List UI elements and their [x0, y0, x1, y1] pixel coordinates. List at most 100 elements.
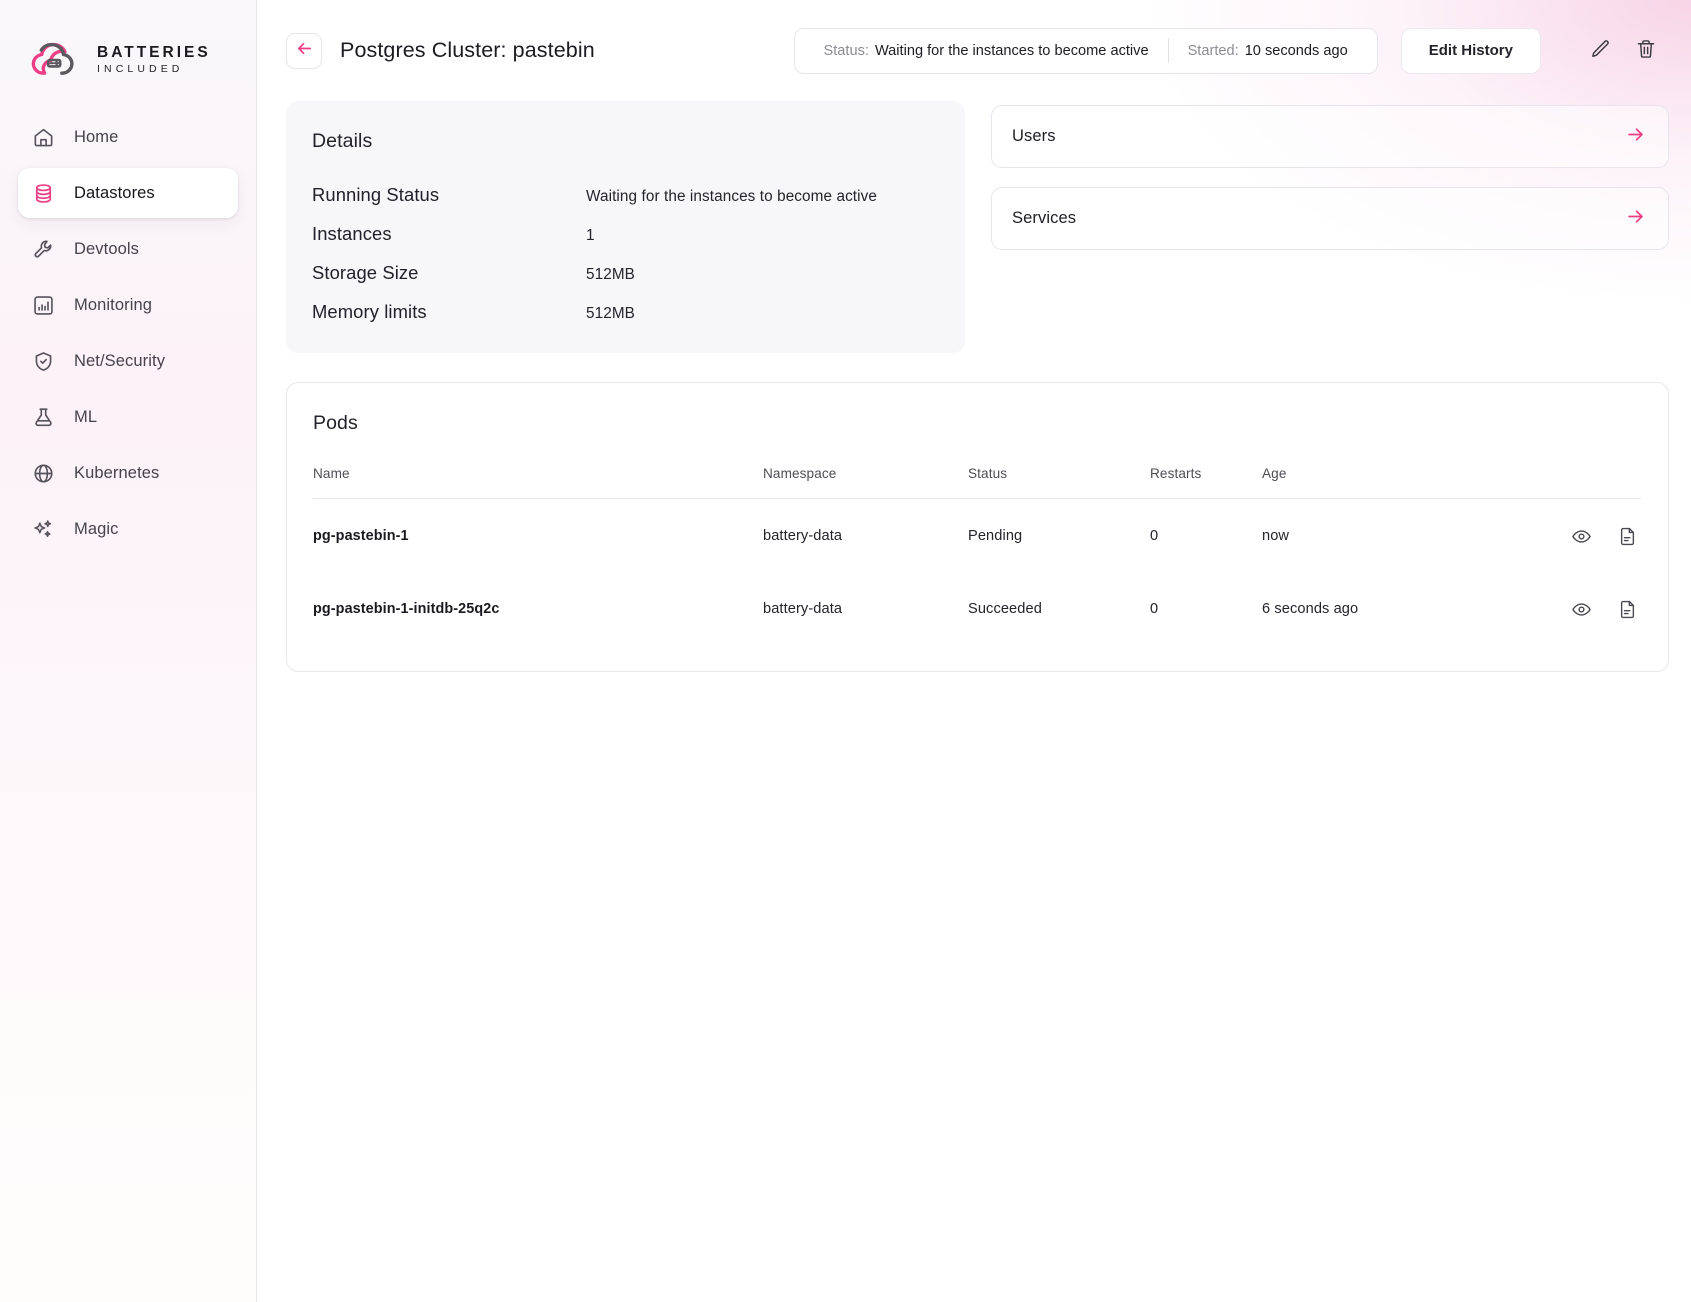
detail-value: 512MB [586, 305, 635, 322]
arrow-right-icon [1625, 206, 1646, 232]
wrench-icon [32, 238, 55, 261]
overview-row: Details Running Status Waiting for the i… [286, 101, 1669, 353]
status-value: Waiting for the instances to become acti… [874, 42, 1149, 59]
trash-icon [1635, 38, 1657, 63]
arrow-right-icon [1625, 124, 1646, 150]
eye-icon[interactable] [1569, 596, 1595, 622]
sidebar-item-label: Datastores [74, 183, 155, 202]
pod-status: Pending [968, 528, 1023, 544]
sidebar-item-datastores[interactable]: Datastores [18, 168, 238, 218]
sidebar-item-net-security[interactable]: Net/Security [18, 336, 238, 386]
document-icon[interactable] [1615, 523, 1641, 549]
sparkles-icon [32, 518, 55, 541]
chart-bars-icon [32, 294, 55, 317]
back-button[interactable] [286, 32, 322, 69]
pod-actions [1519, 499, 1641, 573]
status-badge: Status: Waiting for the instances to bec… [793, 27, 1378, 74]
pod-actions [1519, 572, 1641, 645]
detail-key: Storage Size [312, 262, 419, 283]
table-row[interactable]: pg-pastebin-1-initdb-25q2c battery-data … [313, 572, 1641, 645]
pod-name: pg-pastebin-1 [313, 528, 409, 544]
pods-header-row: Name Namespace Status Restarts Age [313, 466, 1641, 499]
sidebar-item-monitoring[interactable]: Monitoring [18, 280, 238, 330]
pod-namespace: battery-data [763, 528, 843, 544]
pods-table: Name Namespace Status Restarts Age pg-pa… [313, 466, 1641, 645]
users-card-label: Users [1012, 127, 1056, 145]
database-icon [32, 182, 55, 205]
pencil-icon [1589, 38, 1611, 63]
sidebar-item-label: Magic [74, 519, 119, 538]
home-icon [32, 126, 55, 149]
arrow-left-icon [295, 39, 314, 63]
link-cards: Users Services [991, 101, 1669, 250]
globe-icon [32, 462, 55, 485]
cloud-battery-logo-icon [28, 40, 84, 78]
pod-name: pg-pastebin-1-initdb-25q2c [313, 601, 500, 617]
delete-button[interactable] [1627, 32, 1665, 70]
pod-status: Succeeded [968, 601, 1042, 617]
detail-row-running-status: Running Status Waiting for the instances… [312, 184, 939, 206]
detail-row-storage-size: Storage Size 512MB [312, 262, 939, 284]
details-card: Details Running Status Waiting for the i… [286, 101, 965, 353]
main-content: Postgres Cluster: pastebin Status: Waiti… [257, 0, 1691, 1302]
page-title: Postgres Cluster: pastebin [340, 38, 595, 62]
detail-value: 1 [586, 227, 595, 244]
status-label: Status: [823, 42, 869, 59]
sidebar-item-label: Net/Security [74, 351, 166, 370]
brand-title: BATTERIES [97, 44, 211, 61]
users-card[interactable]: Users [991, 105, 1669, 168]
sidebar: BATTERIES INCLUDED Home Datastores Devto… [0, 0, 257, 1302]
detail-row-memory-limits: Memory limits 512MB [312, 301, 939, 323]
column-header-restarts: Restarts [1150, 466, 1202, 481]
services-card-label: Services [1012, 209, 1077, 227]
document-icon[interactable] [1615, 596, 1641, 622]
page-header: Postgres Cluster: pastebin Status: Waiti… [286, 0, 1669, 101]
flask-icon [32, 406, 55, 429]
pod-restarts: 0 [1150, 601, 1159, 617]
sidebar-item-label: Devtools [74, 239, 139, 258]
pod-age: 6 seconds ago [1262, 601, 1359, 617]
detail-key: Memory limits [312, 301, 427, 322]
detail-key: Instances [312, 223, 392, 244]
pill-divider [1167, 38, 1169, 63]
sidebar-item-label: Home [74, 127, 119, 146]
edit-history-button[interactable]: Edit History [1400, 27, 1541, 74]
detail-key: Running Status [312, 184, 440, 205]
column-header-status: Status [968, 466, 1008, 481]
sidebar-item-label: ML [74, 407, 98, 426]
pod-namespace: battery-data [763, 601, 843, 617]
pod-restarts: 0 [1150, 528, 1159, 544]
detail-row-instances: Instances 1 [312, 223, 939, 245]
sidebar-item-label: Monitoring [74, 295, 153, 314]
pods-card: Pods Name Namespace Status Restarts Age … [286, 382, 1669, 672]
sidebar-item-ml[interactable]: ML [18, 392, 238, 442]
table-row[interactable]: pg-pastebin-1 battery-data Pending 0 now [313, 499, 1641, 573]
sidebar-item-kubernetes[interactable]: Kubernetes [18, 448, 238, 498]
detail-value: 512MB [586, 266, 635, 283]
started-segment: Started: 10 seconds ago [1179, 43, 1357, 59]
pods-table-body: pg-pastebin-1 battery-data Pending 0 now [313, 499, 1641, 646]
services-card[interactable]: Services [991, 187, 1669, 250]
eye-icon[interactable] [1569, 523, 1595, 549]
app-root: BATTERIES INCLUDED Home Datastores Devto… [0, 0, 1691, 1302]
status-segment: Status: Waiting for the instances to bec… [815, 43, 1158, 59]
detail-value: Waiting for the instances to become acti… [586, 188, 878, 205]
brand-text: BATTERIES INCLUDED [97, 43, 211, 74]
shield-check-icon [32, 350, 55, 373]
details-heading: Details [312, 130, 373, 152]
edit-button[interactable] [1581, 32, 1619, 70]
brand-subtitle: INCLUDED [97, 62, 184, 75]
started-value: 10 seconds ago [1244, 42, 1348, 59]
pods-heading: Pods [313, 412, 358, 434]
sidebar-item-home[interactable]: Home [18, 112, 238, 162]
column-header-actions [1519, 466, 1641, 499]
column-header-namespace: Namespace [763, 466, 837, 481]
sidebar-item-label: Kubernetes [74, 463, 160, 482]
sidebar-item-devtools[interactable]: Devtools [18, 224, 238, 274]
sidebar-item-magic[interactable]: Magic [18, 504, 238, 554]
column-header-age: Age [1262, 466, 1287, 481]
sidebar-nav: Home Datastores Devtools Monitoring Net/… [0, 112, 256, 554]
column-header-name: Name [313, 466, 350, 481]
brand-logo[interactable]: BATTERIES INCLUDED [0, 0, 256, 86]
pods-table-head: Name Namespace Status Restarts Age [313, 466, 1641, 499]
